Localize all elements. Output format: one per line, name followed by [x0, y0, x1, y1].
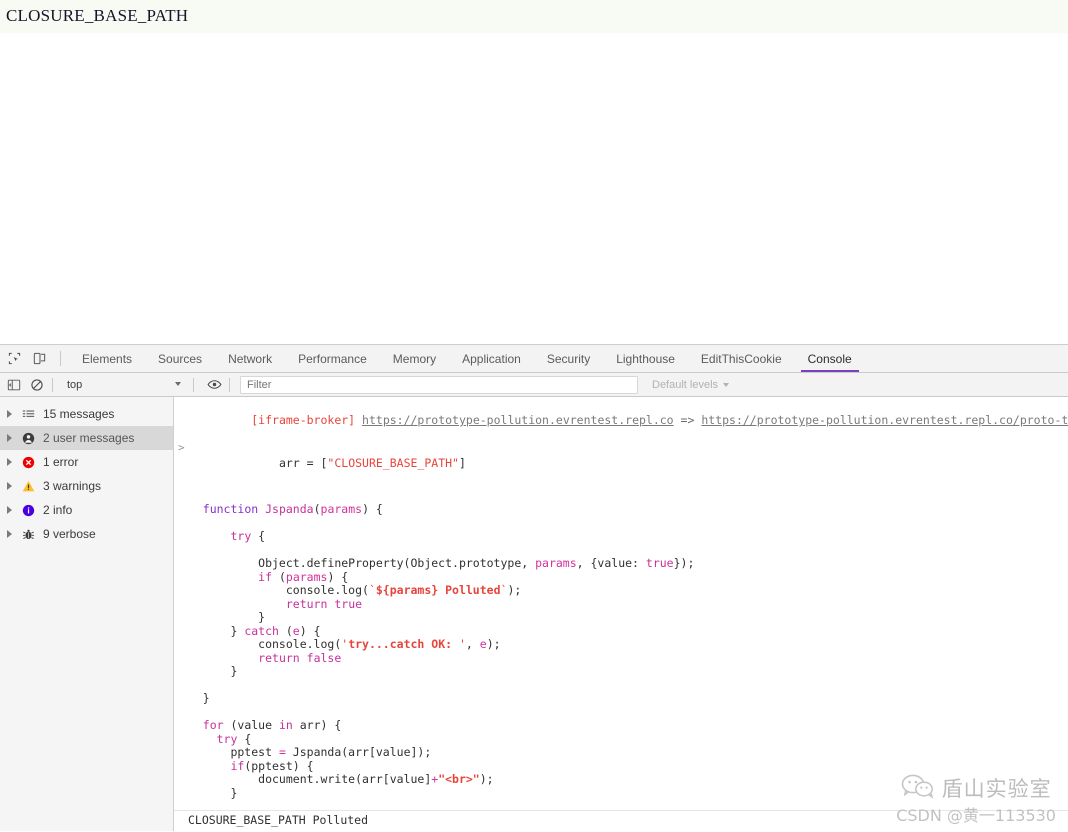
toolbar-divider: [60, 351, 61, 366]
devtools-panel: Elements Sources Network Performance Mem…: [0, 344, 1068, 832]
sidebar-item-user-messages[interactable]: 2 user messages: [0, 426, 173, 450]
tab-security[interactable]: Security: [534, 345, 603, 372]
log-levels-dropdown[interactable]: Default levels: [652, 378, 730, 391]
console-input-prefix: arr = [: [278, 456, 328, 471]
sidebar-item-messages[interactable]: 15 messages: [0, 402, 173, 426]
sidebar-item-warnings[interactable]: 3 warnings: [0, 474, 173, 498]
console-source-url[interactable]: https://prototype-pollution.evrentest.re…: [362, 413, 674, 427]
tab-sources[interactable]: Sources: [145, 345, 215, 372]
sidebar-item-verbose[interactable]: 9 verbose: [0, 522, 173, 546]
tab-application[interactable]: Application: [449, 345, 534, 372]
log-levels-label: Default levels: [652, 378, 719, 391]
tab-network[interactable]: Network: [215, 345, 285, 372]
chevron-down-icon: [723, 382, 730, 387]
tab-console[interactable]: Console: [795, 345, 865, 372]
devtools-tabbar: Elements Sources Network Performance Mem…: [0, 345, 1068, 373]
tab-editthiscookie[interactable]: EditThisCookie: [688, 345, 795, 372]
tab-label: Application: [462, 351, 521, 366]
console-sidebar: 15 messages 2 user messages 1 error 3 wa…: [0, 397, 174, 831]
console-source-code: function Jspanda(params) { try { Object.…: [182, 502, 695, 831]
console-target-url[interactable]: https://prototype-pollution.evrentest.re…: [701, 413, 1068, 427]
console-input-line[interactable]: > arr = ["CLOSURE_BASE_PATH"]: [174, 441, 1068, 484]
console-final-output-text: CLOSURE_BASE_PATH Polluted: [188, 813, 369, 828]
execution-context-value: top: [67, 378, 83, 391]
console-final-output-row[interactable]: CLOSURE_BASE_PATH Polluted: [174, 810, 1068, 831]
tab-performance[interactable]: Performance: [285, 345, 380, 372]
warning-icon: [20, 480, 36, 493]
console-log-area[interactable]: [iframe-broker] https://prototype-pollut…: [174, 397, 1068, 831]
sidebar-item-errors[interactable]: 1 error: [0, 450, 173, 474]
sidebar-item-label: 9 verbose: [43, 527, 96, 541]
tab-lighthouse[interactable]: Lighthouse: [603, 345, 688, 372]
sidebar-item-info[interactable]: 2 info: [0, 498, 173, 522]
filterbar-divider-2: [193, 377, 194, 392]
live-expression-icon[interactable]: [205, 376, 223, 394]
verbose-bug-icon: [20, 528, 36, 541]
console-input-suffix: ]: [458, 456, 466, 471]
expand-arrow-icon[interactable]: [4, 434, 14, 442]
tab-label: Security: [546, 351, 591, 366]
sidebar-item-label: 2 user messages: [43, 431, 135, 445]
tab-label: Memory: [392, 351, 437, 366]
sidebar-item-label: 1 error: [43, 455, 79, 469]
console-group-header[interactable]: [iframe-broker] https://prototype-pollut…: [174, 397, 1068, 441]
expand-arrow-icon[interactable]: [4, 506, 14, 514]
console-arrow-separator: =>: [680, 413, 695, 428]
user-messages-icon: [20, 432, 36, 445]
sidebar-item-label: 15 messages: [43, 407, 115, 421]
tab-elements[interactable]: Elements: [69, 345, 145, 372]
console-filter-bar: top Default levels: [0, 373, 1068, 397]
tab-label: Lighthouse: [616, 351, 675, 366]
tab-label: Network: [228, 351, 273, 366]
expand-arrow-icon[interactable]: [4, 482, 14, 490]
tab-memory[interactable]: Memory: [380, 345, 449, 372]
tab-label: Elements: [82, 351, 133, 366]
chevron-down-icon: [175, 382, 181, 386]
tab-label: Performance: [298, 351, 367, 366]
console-filter-input[interactable]: [240, 375, 638, 394]
tab-label: Sources: [158, 351, 203, 366]
devtools-tab-list: Elements Sources Network Performance Mem…: [69, 345, 865, 372]
messages-list-icon: [20, 408, 36, 421]
sidebar-item-label: 3 warnings: [43, 479, 102, 493]
page-heading: CLOSURE_BASE_PATH: [6, 6, 189, 25]
clear-console-icon[interactable]: [28, 376, 46, 394]
filterbar-divider-1: [52, 377, 53, 392]
console-body: 15 messages 2 user messages 1 error 3 wa…: [0, 397, 1068, 831]
filterbar-divider-3: [229, 377, 230, 392]
screenshot-root: CLOSURE_BASE_PATH Elements Sources Netwo…: [0, 0, 1068, 832]
execution-context-select[interactable]: top: [59, 376, 187, 393]
info-icon: [20, 504, 36, 517]
tab-label: EditThisCookie: [700, 351, 782, 366]
sidebar-item-label: 2 info: [43, 503, 73, 517]
console-prompt-icon: >: [178, 440, 185, 454]
show-console-sidebar-icon[interactable]: [5, 376, 23, 394]
console-context-tag: [iframe-broker]: [251, 413, 356, 428]
browser-page-viewport: CLOSURE_BASE_PATH: [0, 0, 1068, 344]
inspect-element-icon[interactable]: [6, 350, 23, 367]
expand-arrow-icon[interactable]: [4, 458, 14, 466]
console-input-string: "CLOSURE_BASE_PATH": [327, 456, 459, 471]
expand-arrow-icon[interactable]: [4, 410, 14, 418]
expand-arrow-icon[interactable]: [4, 530, 14, 538]
error-icon: [20, 456, 36, 469]
device-toolbar-icon[interactable]: [31, 350, 48, 367]
tab-label: Console: [807, 351, 852, 366]
devtools-toolbar-icons: [0, 345, 69, 372]
